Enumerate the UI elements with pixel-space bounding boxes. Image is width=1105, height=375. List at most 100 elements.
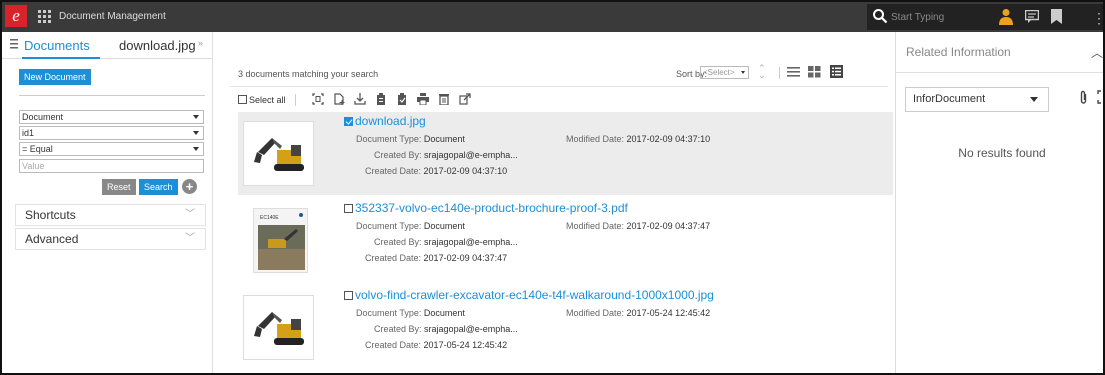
global-search[interactable]: Start Typing ⋮ — [867, 4, 1103, 30]
checkout-icon[interactable] — [375, 93, 387, 105]
chevron-down-icon: ﹀ — [185, 209, 195, 220]
download-icon[interactable] — [354, 93, 366, 105]
advanced-section[interactable]: Advanced ﹀ — [15, 228, 206, 250]
search-input[interactable]: Start Typing — [891, 12, 944, 23]
new-file-icon[interactable] — [333, 93, 345, 105]
document-row[interactable]: download.jpg Document Type: Document Cre… — [238, 112, 893, 195]
menu-icon[interactable] — [10, 39, 18, 49]
meta-label: Created Date: — [365, 340, 422, 350]
share-icon[interactable] — [459, 93, 471, 105]
document-modified-date: Modified Date: 2017-05-24 12:45:42 — [566, 308, 710, 318]
checkbox-icon[interactable] — [344, 204, 353, 213]
property-select[interactable]: id1 — [19, 126, 204, 140]
meta-value: 2017-02-09 04:37:10 — [423, 166, 508, 176]
chevron-down-icon — [193, 147, 199, 151]
field-select-value: Document — [22, 112, 64, 122]
document-created-date: Created Date: 2017-02-09 04:37:47 — [365, 253, 507, 263]
shortcuts-label: Shortcuts — [25, 208, 76, 222]
meta-value: 2017-05-24 12:45:42 — [423, 340, 508, 350]
reset-button[interactable]: Reset — [102, 179, 136, 195]
search-icon[interactable] — [872, 8, 888, 24]
checkbox-icon[interactable] — [344, 117, 353, 126]
meta-label: Created By: — [374, 150, 422, 160]
tab-overflow-icon[interactable]: » — [198, 38, 203, 48]
document-row[interactable]: volvo-find-crawler-excavator-ec140e-t4f-… — [238, 286, 893, 369]
document-modified-date: Modified Date: 2017-02-09 04:37:10 — [566, 134, 710, 144]
value-input[interactable]: Value — [19, 159, 204, 173]
bookmark-icon[interactable] — [1051, 9, 1062, 24]
meta-label: Created By: — [374, 324, 422, 334]
document-title[interactable]: download.jpg — [344, 114, 426, 128]
advanced-label: Advanced — [25, 232, 79, 246]
select-all-checkbox[interactable]: Select all — [238, 95, 286, 105]
document-thumbnail[interactable] — [243, 121, 314, 186]
meta-label: Document Type: — [356, 134, 422, 144]
select-all-label: Select all — [249, 95, 286, 105]
chevron-down-icon — [741, 71, 745, 74]
sort-select[interactable]: <Select> — [700, 66, 749, 79]
field-select[interactable]: Document — [19, 110, 204, 124]
property-select-value: id1 — [22, 128, 35, 138]
document-thumbnail[interactable]: EC140E — [253, 208, 308, 273]
checkbox-icon — [238, 95, 247, 104]
detail-view-icon[interactable] — [830, 65, 843, 78]
active-tab-indicator — [22, 57, 100, 59]
related-type-value: InforDocument — [913, 93, 986, 105]
document-thumbnail[interactable] — [243, 295, 314, 360]
sort-direction-icon[interactable]: ⌃ ⌄ — [758, 64, 766, 80]
delete-icon[interactable] — [438, 93, 450, 105]
meta-label: Modified Date: — [566, 134, 625, 144]
more-icon[interactable]: ⋮ — [1092, 10, 1103, 27]
related-info-panel: Related Information ︿ InforDocument No r… — [895, 32, 1105, 373]
operator-select-value: = Equal — [22, 144, 53, 154]
divider — [779, 67, 780, 79]
search-button[interactable]: Search — [139, 179, 178, 195]
grid-view-icon[interactable] — [808, 65, 821, 78]
operator-select[interactable]: = Equal — [19, 142, 204, 156]
document-type: Document Type: Document — [356, 221, 465, 231]
chevron-up-icon[interactable]: ︿ — [1091, 44, 1103, 61]
meta-value: Document — [423, 308, 465, 318]
meta-label: Document Type: — [356, 221, 422, 231]
document-row[interactable]: EC140E 352337-volvo-ec140e-product-broch… — [238, 199, 893, 282]
expand-icon[interactable] — [1097, 90, 1105, 104]
message-icon[interactable] — [1025, 10, 1039, 23]
related-type-select[interactable]: InforDocument — [905, 87, 1049, 112]
meta-label: Modified Date: — [566, 221, 625, 231]
left-panel: Documents download.jpg » New Document Do… — [2, 32, 213, 373]
document-name[interactable]: volvo-find-crawler-excavator-ec140e-t4f-… — [355, 288, 714, 302]
top-bar: e Document Management Start Typing ⋮ — [2, 2, 1103, 32]
meta-value: Document — [423, 221, 465, 231]
chevron-down-icon — [193, 115, 199, 119]
scan-icon[interactable] — [312, 93, 324, 105]
new-document-button[interactable]: New Document — [19, 69, 91, 85]
results-panel: 3 documents matching your search Sort by… — [230, 32, 893, 373]
document-title[interactable]: volvo-find-crawler-excavator-ec140e-t4f-… — [344, 288, 714, 302]
document-title[interactable]: 352337-volvo-ec140e-product-brochure-pro… — [344, 201, 628, 215]
tab-download[interactable]: download.jpg — [119, 38, 196, 53]
document-type: Document Type: Document — [356, 134, 465, 144]
meta-value: srajagopal@e-empha... — [424, 150, 518, 160]
checkbox-icon[interactable] — [344, 291, 353, 300]
document-type: Document Type: Document — [356, 308, 465, 318]
tab-bar: Documents download.jpg » — [2, 32, 213, 59]
attachment-icon[interactable] — [1079, 90, 1088, 105]
add-filter-button[interactable]: + — [182, 179, 197, 194]
meta-value: srajagopal@e-empha... — [424, 324, 518, 334]
meta-value: Document — [423, 134, 465, 144]
app-grid-icon[interactable] — [38, 10, 51, 23]
meta-label: Created Date: — [365, 166, 422, 176]
app-logo[interactable]: e — [5, 5, 27, 27]
list-view-icon[interactable] — [787, 65, 800, 78]
checkin-icon[interactable] — [396, 93, 408, 105]
tab-documents[interactable]: Documents — [24, 38, 90, 53]
document-name[interactable]: 352337-volvo-ec140e-product-brochure-pro… — [355, 201, 628, 215]
print-icon[interactable] — [417, 93, 429, 105]
meta-label: Created By: — [374, 237, 422, 247]
document-created-by: Created By: srajagopal@e-empha... — [374, 237, 518, 247]
related-info-header[interactable]: Related Information ︿ — [896, 32, 1103, 73]
document-name[interactable]: download.jpg — [355, 114, 426, 128]
user-icon[interactable] — [999, 8, 1013, 25]
results-count: 3 documents matching your search — [238, 69, 379, 79]
shortcuts-section[interactable]: Shortcuts ﹀ — [15, 204, 206, 226]
